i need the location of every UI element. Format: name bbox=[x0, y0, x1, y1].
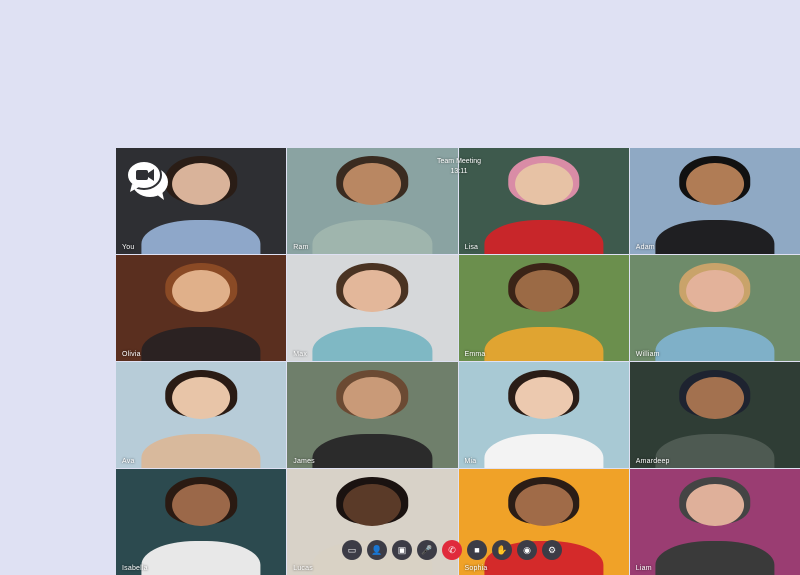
participant-face bbox=[172, 269, 231, 313]
participant-name: Ava bbox=[122, 458, 135, 465]
call-controls-bar: ▭ 👤 ▣ 🎤 ✆ ■ ✋ ◉ ⚙ bbox=[342, 540, 562, 560]
participant-face bbox=[343, 269, 402, 313]
participant-face bbox=[343, 483, 402, 527]
participant-body bbox=[655, 434, 775, 468]
meeting-info: Team Meeting 13:11 bbox=[433, 157, 485, 177]
participant-tile[interactable]: Amardeep bbox=[629, 362, 800, 468]
participant-name: Liam bbox=[635, 565, 652, 572]
participant-face bbox=[514, 483, 573, 527]
record-button[interactable]: ◉ bbox=[517, 540, 537, 560]
participant-body bbox=[312, 434, 432, 468]
record-icon: ◉ bbox=[523, 544, 531, 555]
participant-face bbox=[685, 269, 744, 313]
meeting-time: 13:11 bbox=[450, 168, 468, 175]
participant-face bbox=[514, 162, 573, 206]
hang-up-icon: ✆ bbox=[448, 544, 456, 555]
participant-name: You bbox=[122, 244, 135, 251]
participant-name: Emma bbox=[464, 351, 486, 358]
participant-grid: You Ram Lisa Adam Olivia Max Emma William Ava Jam… bbox=[116, 148, 800, 575]
meeting-title: Team Meeting bbox=[437, 158, 481, 165]
participant-body bbox=[141, 434, 261, 468]
participant-body bbox=[312, 327, 432, 361]
chat-icon: ▭ bbox=[347, 544, 357, 555]
share-screen-icon: ▣ bbox=[397, 544, 407, 555]
participant-tile[interactable]: William bbox=[629, 255, 800, 361]
participant-face bbox=[343, 376, 402, 420]
participant-tile[interactable]: Mia bbox=[458, 362, 629, 468]
participant-name: Ram bbox=[293, 244, 309, 251]
chat-button[interactable]: ▭ bbox=[342, 540, 362, 560]
participant-face bbox=[172, 376, 231, 420]
participant-tile[interactable]: Liam bbox=[629, 469, 800, 575]
camera-button[interactable]: ■ bbox=[467, 540, 487, 560]
app-logo-icon bbox=[126, 160, 168, 200]
participant-name: Max bbox=[293, 351, 308, 358]
participant-body bbox=[141, 541, 261, 575]
participant-name: Amardeep bbox=[635, 458, 670, 465]
add-person-icon: 👤 bbox=[371, 544, 383, 555]
participant-body bbox=[141, 327, 261, 361]
participant-face bbox=[685, 376, 744, 420]
participant-body bbox=[655, 541, 775, 575]
participant-name: Isabella bbox=[122, 565, 148, 572]
participant-body bbox=[484, 434, 604, 468]
participant-tile[interactable]: Ram bbox=[287, 148, 458, 254]
participant-tile[interactable]: Isabella bbox=[116, 469, 287, 575]
participant-name: Mia bbox=[464, 458, 477, 465]
participant-body bbox=[655, 220, 775, 254]
participant-body bbox=[484, 327, 604, 361]
participant-tile[interactable]: Ava bbox=[116, 362, 287, 468]
participant-name: James bbox=[293, 458, 315, 465]
participant-body bbox=[484, 220, 604, 254]
participant-body bbox=[141, 220, 261, 254]
participant-tile[interactable]: You bbox=[116, 148, 287, 254]
participant-tile[interactable]: Adam bbox=[629, 148, 800, 254]
participant-face bbox=[343, 162, 402, 206]
microphone-button[interactable]: 🎤 bbox=[417, 540, 437, 560]
participant-tile[interactable]: Olivia bbox=[116, 255, 287, 361]
participant-name: Lisa bbox=[464, 244, 479, 251]
participant-tile[interactable]: James bbox=[287, 362, 458, 468]
participant-face bbox=[514, 376, 573, 420]
participant-body bbox=[312, 220, 432, 254]
participant-name: Lucas bbox=[293, 565, 313, 572]
raise-hand-icon: ✋ bbox=[496, 544, 508, 555]
settings-button[interactable]: ⚙ bbox=[542, 540, 562, 560]
hang-up-button[interactable]: ✆ bbox=[442, 540, 462, 560]
participant-face bbox=[172, 483, 231, 527]
participant-tile[interactable]: Emma bbox=[458, 255, 629, 361]
add-person-button[interactable]: 👤 bbox=[367, 540, 387, 560]
participant-face bbox=[172, 162, 231, 206]
participant-face bbox=[514, 269, 573, 313]
participant-name: William bbox=[635, 351, 660, 358]
participant-body bbox=[655, 327, 775, 361]
raise-hand-button[interactable]: ✋ bbox=[492, 540, 512, 560]
participant-tile[interactable]: Max bbox=[287, 255, 458, 361]
participant-face bbox=[685, 483, 744, 527]
share-screen-button[interactable]: ▣ bbox=[392, 540, 412, 560]
participant-name: Adam bbox=[635, 244, 655, 251]
participant-face bbox=[685, 162, 744, 206]
participant-name: Olivia bbox=[122, 351, 141, 358]
microphone-icon: 🎤 bbox=[421, 544, 433, 555]
participant-name: Sophia bbox=[464, 565, 488, 572]
camera-icon: ■ bbox=[474, 544, 480, 555]
settings-icon: ⚙ bbox=[547, 544, 557, 555]
